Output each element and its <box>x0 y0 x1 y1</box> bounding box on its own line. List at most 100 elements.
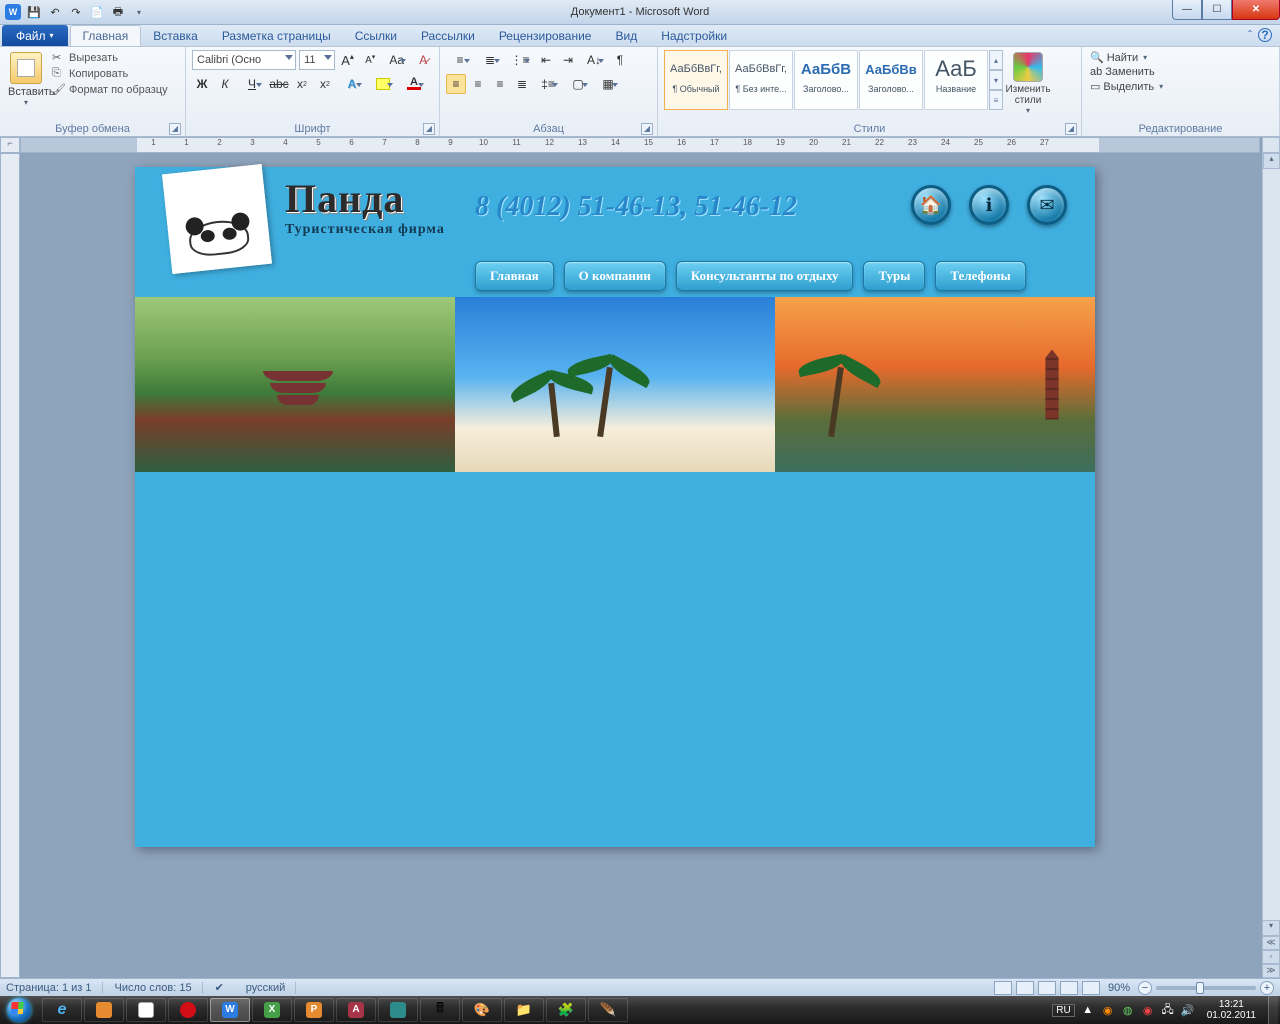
subscript-button[interactable]: x2 <box>292 74 312 94</box>
tab-view[interactable]: Вид <box>603 25 649 46</box>
italic-button[interactable]: К <box>215 74 235 94</box>
shrink-font-button[interactable]: A▾ <box>360 50 380 70</box>
draft-view-button[interactable] <box>1082 981 1100 995</box>
vertical-ruler[interactable] <box>0 153 20 978</box>
show-marks-button[interactable]: ¶ <box>610 50 630 70</box>
borders-button[interactable]: ▦ <box>594 74 622 94</box>
page[interactable]: Панда Туристическая фирма 8 (4012) 51-46… <box>135 167 1095 847</box>
tray-icon1[interactable]: ◉ <box>1101 1003 1115 1017</box>
font-color-button[interactable]: A <box>400 74 428 94</box>
browse-object-button[interactable]: ◦ <box>1262 950 1280 964</box>
clipboard-dialog-launcher[interactable]: ◢ <box>169 123 181 135</box>
word-app-icon[interactable]: W <box>4 3 22 21</box>
status-words[interactable]: Число слов: 15 <box>115 982 203 994</box>
taskbar-calculator[interactable]: 🖩 <box>420 998 460 1022</box>
file-tab[interactable]: Файл ▾ <box>2 25 68 46</box>
align-center-button[interactable]: ≡ <box>468 74 488 94</box>
start-button[interactable] <box>0 996 38 1024</box>
shading-button[interactable]: ▢ <box>564 74 592 94</box>
taskbar-powerpoint[interactable]: P <box>294 998 334 1022</box>
tray-network-icon[interactable]: 🖧 <box>1161 1003 1175 1017</box>
scroll-up-button[interactable]: ▴ <box>1263 153 1280 169</box>
ruler-corner[interactable]: ⌐ <box>0 137 20 153</box>
ruler-toggle[interactable] <box>1262 137 1280 153</box>
status-language[interactable]: русский <box>246 982 296 994</box>
gallery-up-button[interactable]: ▴ <box>989 50 1003 70</box>
tab-page-layout[interactable]: Разметка страницы <box>210 25 343 46</box>
paste-button[interactable]: Вставить ▾ <box>6 50 46 109</box>
maximize-button[interactable]: ☐ <box>1202 0 1232 20</box>
grow-font-button[interactable]: A▴ <box>338 50 358 70</box>
increase-indent-button[interactable]: ⇥ <box>558 50 578 70</box>
style-normal[interactable]: АаБбВвГг,¶ Обычный <box>664 50 728 110</box>
copy-button[interactable]: ⎘Копировать <box>50 66 170 82</box>
taskbar-app2[interactable]: 🧩 <box>546 998 586 1022</box>
tab-review[interactable]: Рецензирование <box>487 25 604 46</box>
sort-button[interactable]: A↓ <box>580 50 608 70</box>
fullscreen-view-button[interactable] <box>1016 981 1034 995</box>
print-layout-view-button[interactable] <box>994 981 1012 995</box>
taskbar-paint[interactable]: 🎨 <box>462 998 502 1022</box>
format-painter-button[interactable]: 🖌Формат по образцу <box>50 82 170 98</box>
undo-icon[interactable]: ↶ <box>46 3 64 21</box>
decrease-indent-button[interactable]: ⇤ <box>536 50 556 70</box>
style-heading2[interactable]: АаБбВвЗаголово... <box>859 50 923 110</box>
tray-icon3[interactable]: ◉ <box>1141 1003 1155 1017</box>
taskbar-access[interactable]: A <box>336 998 376 1022</box>
scroll-down-button[interactable]: ▾ <box>1262 920 1280 936</box>
select-button[interactable]: ▭Выделить▾ <box>1088 79 1273 94</box>
qat-extra2-icon[interactable]: 🖶 <box>109 3 127 21</box>
text-effects-button[interactable]: A <box>338 74 366 94</box>
prev-page-button[interactable]: ≪ <box>1262 936 1280 950</box>
taskbar-app1[interactable] <box>126 998 166 1022</box>
font-size-combo[interactable]: 11 <box>299 50 335 70</box>
underline-button[interactable]: Ч <box>238 74 266 94</box>
tray-lang[interactable]: RU <box>1052 1004 1074 1017</box>
change-case-button[interactable]: Aa <box>383 50 410 70</box>
qat-extra-icon[interactable]: 📄 <box>88 3 106 21</box>
replace-button[interactable]: abЗаменить <box>1088 65 1273 79</box>
horizontal-ruler[interactable]: 1123456789101112131415161718192021222324… <box>20 137 1260 153</box>
outline-view-button[interactable] <box>1060 981 1078 995</box>
taskbar-ie[interactable]: e <box>42 998 82 1022</box>
paragraph-dialog-launcher[interactable]: ◢ <box>641 123 653 135</box>
superscript-button[interactable]: x2 <box>315 74 335 94</box>
help-icon[interactable]: ? <box>1258 28 1272 42</box>
align-left-button[interactable]: ≡ <box>446 74 466 94</box>
taskbar-word[interactable]: W <box>210 998 250 1022</box>
show-desktop-button[interactable] <box>1268 996 1278 1024</box>
tab-addins[interactable]: Надстройки <box>649 25 739 46</box>
tab-references[interactable]: Ссылки <box>343 25 409 46</box>
find-button[interactable]: 🔍Найти▾ <box>1088 50 1273 65</box>
cut-button[interactable]: ✂Вырезать <box>50 50 170 66</box>
justify-button[interactable]: ≣ <box>512 74 532 94</box>
tab-mailings[interactable]: Рассылки <box>409 25 487 46</box>
tray-flag-icon[interactable]: ▲ <box>1081 1003 1095 1017</box>
line-spacing-button[interactable]: ‡≡ <box>534 74 562 94</box>
tab-home[interactable]: Главная <box>70 25 142 46</box>
zoom-level[interactable]: 90% <box>1108 982 1130 994</box>
save-icon[interactable]: 💾 <box>25 3 43 21</box>
change-styles-button[interactable]: Изменить стили ▾ <box>1003 50 1053 122</box>
style-no-spacing[interactable]: АаБбВвГг,¶ Без инте... <box>729 50 793 110</box>
zoom-slider[interactable] <box>1156 986 1256 990</box>
clear-formatting-button[interactable]: A̷ <box>413 50 433 70</box>
style-title[interactable]: АаБНазвание <box>924 50 988 110</box>
font-name-combo[interactable]: Calibri (Осно <box>192 50 296 70</box>
bullets-button[interactable]: ≡ <box>446 50 474 70</box>
taskbar-opera[interactable] <box>168 998 208 1022</box>
zoom-in-button[interactable]: + <box>1260 981 1274 995</box>
minimize-ribbon-icon[interactable]: ˆ <box>1248 28 1252 42</box>
close-button[interactable]: ✕ <box>1232 0 1280 20</box>
status-proofing-icon[interactable]: ✔ <box>215 981 234 994</box>
taskbar-excel[interactable]: X <box>252 998 292 1022</box>
qat-customize-icon[interactable]: ▾ <box>130 3 148 21</box>
bold-button[interactable]: Ж <box>192 74 212 94</box>
redo-icon[interactable]: ↷ <box>67 3 85 21</box>
tray-volume-icon[interactable]: 🔊 <box>1181 1003 1195 1017</box>
numbering-button[interactable]: ≣ <box>476 50 504 70</box>
styles-gallery[interactable]: АаБбВвГг,¶ Обычный АаБбВвГг,¶ Без инте..… <box>664 50 1003 110</box>
vertical-scrollbar[interactable]: ▴ ▾ ≪ ◦ ≫ <box>1262 153 1280 978</box>
taskbar-outlook[interactable] <box>84 998 124 1022</box>
gallery-down-button[interactable]: ▾ <box>989 70 1003 90</box>
